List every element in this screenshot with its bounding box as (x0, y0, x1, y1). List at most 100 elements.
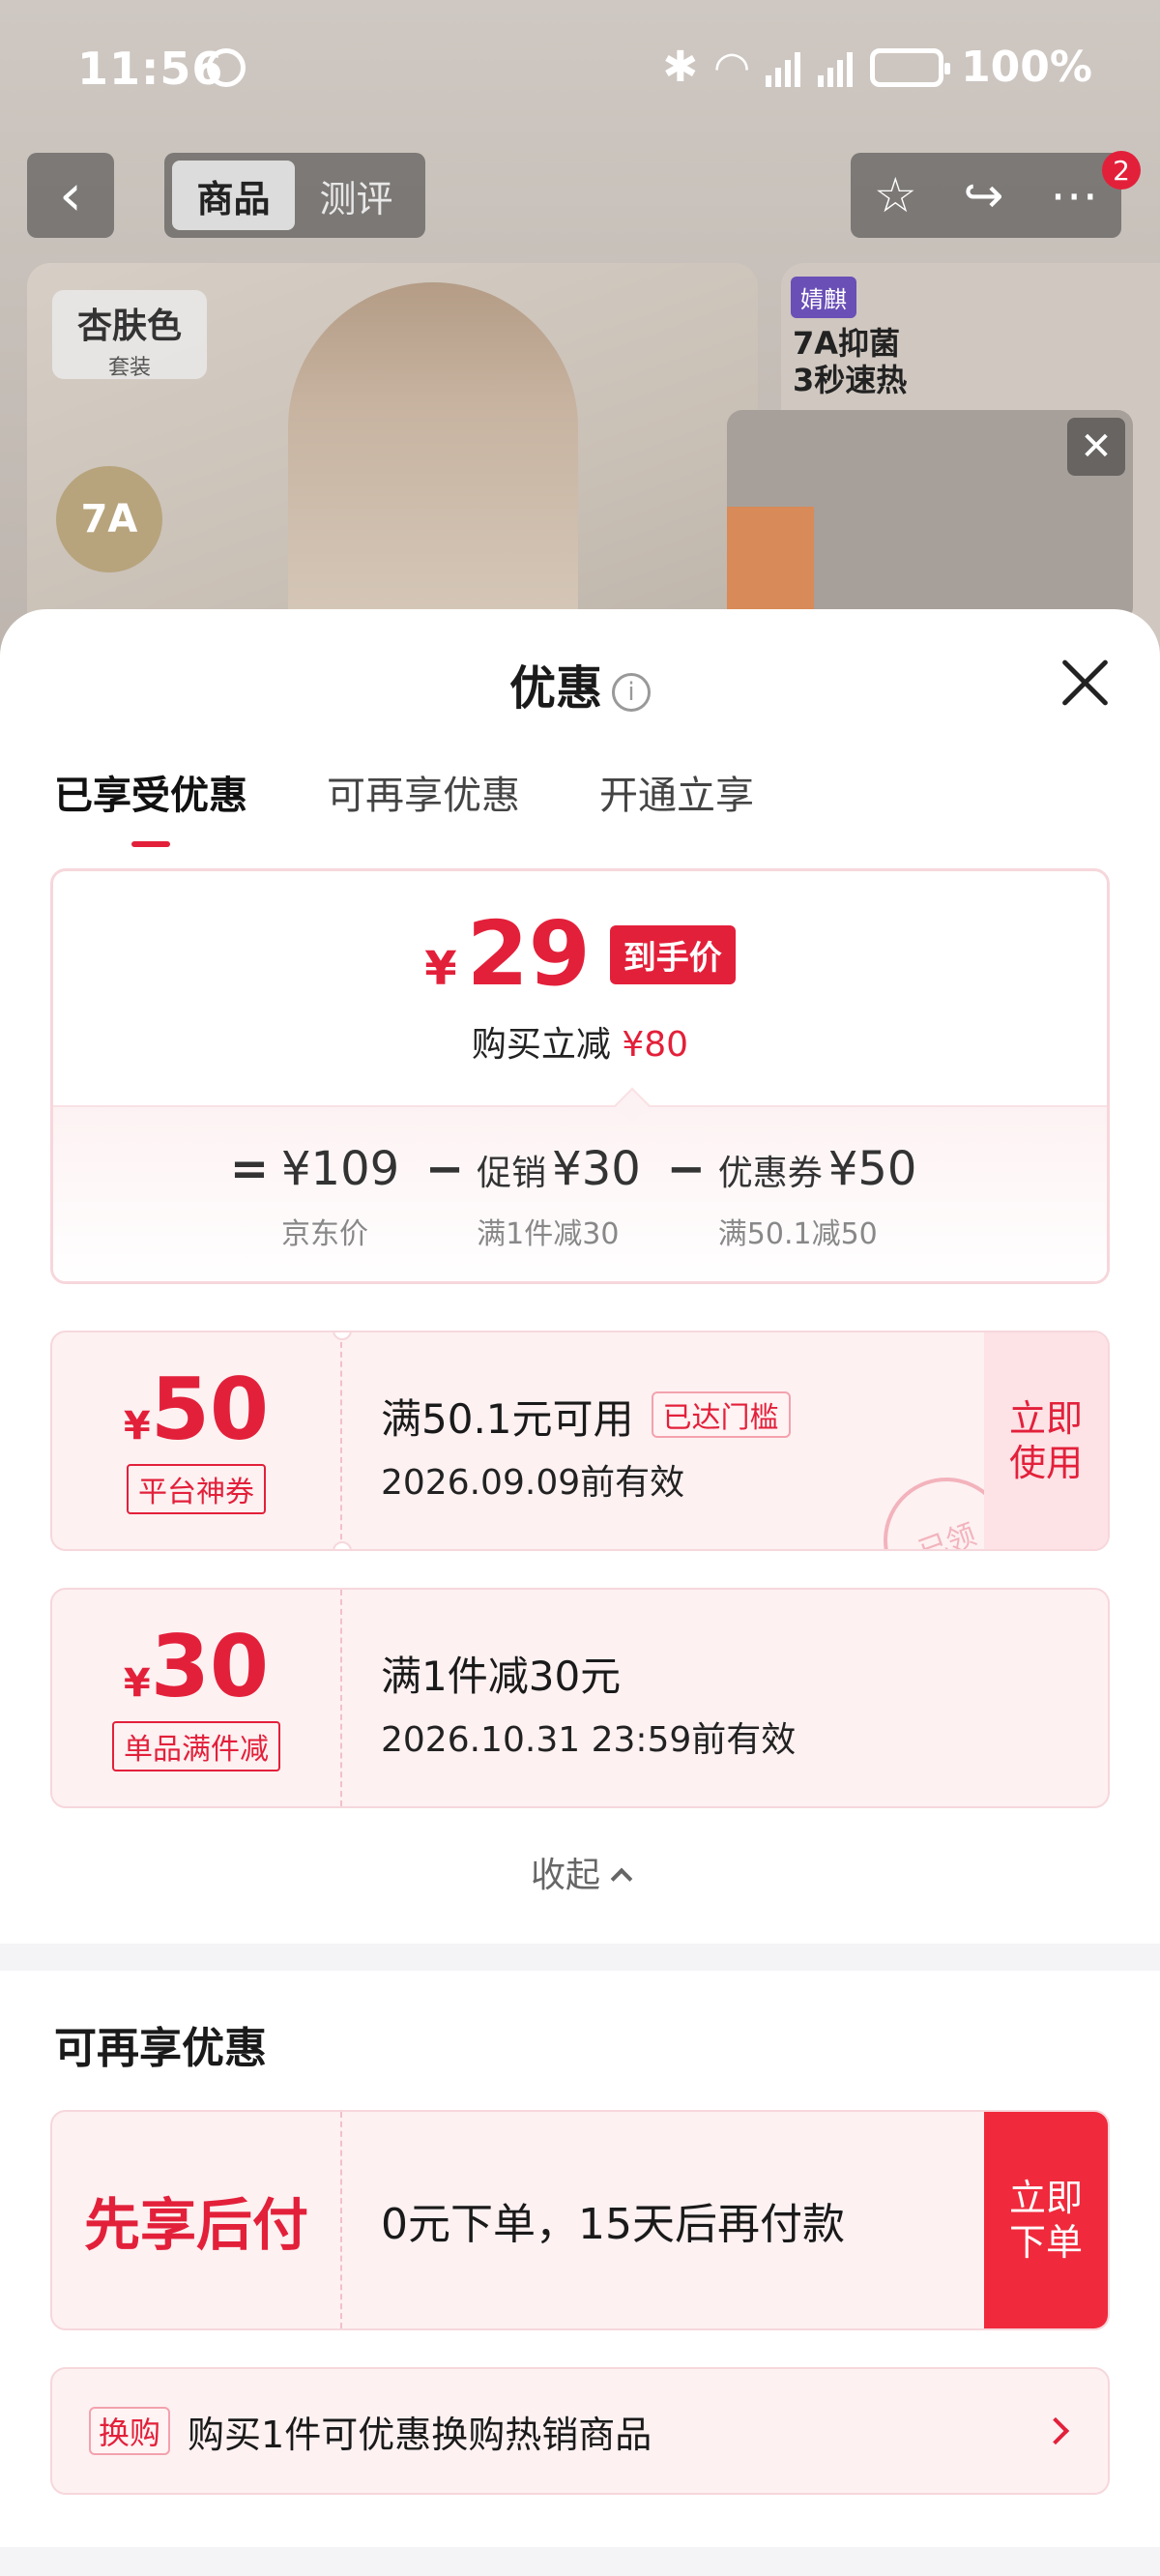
video-frame (727, 507, 814, 623)
antibacterial-seal: 7A (56, 466, 162, 572)
section-divider (0, 1944, 1160, 1971)
thumbnail-caption-line: 7A抑菌 (793, 325, 901, 362)
use-now-button[interactable]: 立即使用 (984, 1332, 1108, 1549)
pay-later-card[interactable]: 先享后付 0元下单，15天后再付款 立即下单 (50, 2110, 1110, 2330)
coupon-notch (333, 1541, 352, 1549)
status-indicators: ✱ ◠ 100% (662, 43, 1092, 92)
share-icon[interactable]: ↪ (963, 167, 1003, 223)
coupon-value: ¥30 (52, 1625, 340, 1710)
battery-level: 100% (961, 43, 1092, 92)
floating-video[interactable]: ✕ (727, 410, 1133, 623)
color-tag: 杏肤色 套装 (52, 290, 207, 380)
base-price-label: 京东价 (281, 1217, 368, 1251)
price-summary-card: ¥ 29 到手价 购买立减 ¥80 = ¥109 京东价 − 促销 ¥30 满1件… (50, 868, 1110, 1284)
model-figure (288, 282, 578, 658)
coupon-desc: 满50.1减50 (717, 1217, 878, 1251)
trade-up-tag: 换购 (89, 2407, 171, 2455)
tab-review[interactable]: 测评 (295, 161, 418, 230)
color-tag-sub: 套装 (107, 356, 151, 380)
offer-sheet: 优惠 i 已享受优惠 可再享优惠 开通立享 ¥ 29 到手价 购买立减 ¥80 =… (0, 609, 1160, 2576)
coupon-label: 优惠券 (717, 1154, 823, 1193)
trade-up-row[interactable]: 换购 购买1件可优惠换购热销商品 (50, 2367, 1110, 2495)
star-icon[interactable]: ☆ (874, 167, 917, 223)
pay-later-desc: 0元下单，15天后再付款 (381, 2200, 845, 2249)
sheet-title-text: 优惠 (508, 661, 602, 716)
minus-sign: − (425, 1142, 465, 1196)
tab-enjoyed-offers[interactable]: 已享受优惠 (54, 764, 247, 847)
section-divider (0, 2547, 1160, 2576)
order-now-label: 立即下单 (1008, 2177, 1083, 2264)
alarm-icon (207, 48, 246, 87)
base-price: ¥109 (281, 1142, 400, 1196)
tab-product[interactable]: 商品 (172, 161, 295, 230)
saving-amount: ¥80 (622, 1025, 689, 1065)
collapse-label: 收起 (530, 1856, 600, 1895)
coupon-value: ¥50 (52, 1367, 340, 1452)
offer-tabs: 已享受优惠 可再享优惠 开通立享 (54, 764, 754, 847)
minus-sign: − (666, 1142, 706, 1196)
final-price-badge: 到手价 (609, 924, 736, 984)
coupon-condition: 满1件减30元 (381, 1653, 622, 1700)
coupon-amount: ¥50 (827, 1142, 917, 1196)
saving-line: 购买立减 ¥80 (53, 1016, 1107, 1067)
coupon-type-tag: 单品满件减 (112, 1721, 280, 1771)
signal-5g-icon (818, 48, 854, 87)
coupon-type-tag: 平台神券 (127, 1464, 266, 1514)
battery-icon (870, 47, 951, 87)
threshold-met-chip: 已达门槛 (651, 1391, 791, 1438)
final-price-row: ¥ 29 到手价 (53, 910, 1107, 999)
use-now-label: 立即使用 (1008, 1397, 1083, 1484)
currency-symbol: ¥ (424, 942, 457, 996)
promo-label: 促销 (477, 1154, 547, 1193)
coupon-number: 50 (150, 1360, 270, 1459)
more-offers-title: 可再享优惠 (54, 2024, 267, 2073)
product-image[interactable]: 杏肤色 套装 7A (27, 263, 758, 658)
bluetooth-icon: ✱ (662, 43, 699, 92)
saving-label: 购买立减 (471, 1025, 611, 1065)
chevron-right-icon (1041, 2416, 1070, 2445)
brand-label: 婧麒 (791, 277, 856, 318)
more-icon[interactable]: ⋯ (1050, 167, 1098, 223)
back-button[interactable]: ‹ (27, 153, 114, 238)
tab-activate-offers[interactable]: 开通立享 (599, 764, 754, 820)
coupon-amount-area: ¥50 平台神券 (52, 1332, 342, 1549)
currency-symbol: ¥ (123, 1404, 151, 1449)
promo-amount: ¥30 (552, 1142, 641, 1196)
color-tag-label: 杏肤色 (76, 307, 182, 346)
thumbnail-caption: 7A抑菌 3秒速热 (793, 325, 907, 398)
pay-later-title: 先享后付 (52, 2112, 342, 2328)
coupon-validity: 2026.10.31 23:59前有效 (381, 1720, 797, 1760)
price-breakdown: = ¥109 京东价 − 促销 ¥30 满1件减30 − 优惠券 ¥50 满50.1… (218, 1142, 917, 1252)
promo-desc: 满1件减30 (477, 1217, 620, 1251)
chevron-left-icon: ‹ (59, 161, 82, 229)
coupon-item: 优惠券 ¥50 满50.1减50 (718, 1142, 917, 1252)
equals-sign: = (229, 1142, 270, 1196)
coupon-number: 30 (150, 1617, 270, 1716)
close-icon[interactable] (1058, 656, 1112, 710)
info-icon[interactable]: i (612, 673, 651, 712)
coupon-validity: 2026.09.09前有效 (381, 1463, 685, 1503)
final-price: 29 (466, 902, 591, 1006)
wifi-icon: ◠ (715, 43, 749, 92)
coupon-title: 满50.1元可用 (381, 1395, 634, 1443)
status-time: 11:56 (77, 43, 224, 95)
close-icon[interactable]: ✕ (1067, 418, 1125, 476)
collapse-button[interactable]: 收起 (0, 1847, 1160, 1897)
trade-up-desc: 购买1件可优惠换购热销商品 (188, 2413, 652, 2456)
platform-coupon-card[interactable]: ¥50 平台神券 满50.1元可用 已达门槛 2026.09.09前有效 已领 立… (50, 1331, 1110, 1551)
chevron-up-icon (610, 1867, 633, 1890)
product-page-background: 11:56 ✱ ◠ 100% ‹ 商品 测评 ☆ ↪ ⋯ 2 杏肤色 套装 7A… (0, 0, 1160, 658)
nav-actions: ☆ ↪ ⋯ (851, 153, 1121, 238)
status-bar: 11:56 ✱ ◠ 100% (0, 0, 1160, 135)
item-discount-card[interactable]: ¥30 单品满件减 满1件减30元 2026.10.31 23:59前有效 (50, 1588, 1110, 1808)
product-tab-switcher: 商品 测评 (164, 153, 425, 238)
notification-badge: 2 (1102, 151, 1141, 190)
coupon-amount-area: ¥30 单品满件减 (52, 1590, 342, 1806)
sheet-title: 优惠 i (0, 650, 1160, 717)
base-price-item: ¥109 京东价 (281, 1142, 399, 1252)
signal-5g-icon (766, 48, 801, 87)
tab-more-offers[interactable]: 可再享优惠 (327, 764, 520, 820)
thumbnail-caption-line: 3秒速热 (793, 362, 908, 398)
promo-item: 促销 ¥30 满1件减30 (477, 1142, 641, 1252)
order-now-button[interactable]: 立即下单 (984, 2112, 1108, 2328)
